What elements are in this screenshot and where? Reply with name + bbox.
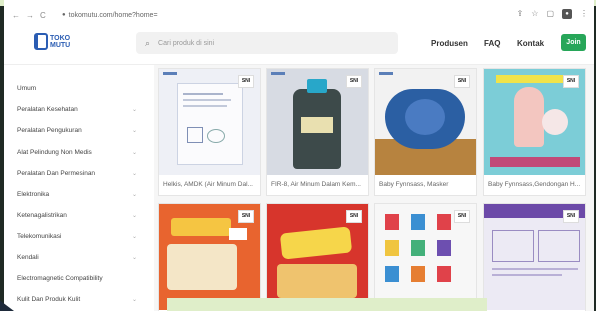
search-placeholder: Cari produk di sini	[158, 39, 215, 47]
browser-window: ← → C ● tokomutu.com/home?home= ⇪ ☆ ▢ ● …	[4, 0, 594, 311]
bottom-overlay-band	[167, 298, 487, 311]
product-card[interactable]: SNI	[374, 203, 477, 311]
product-card[interactable]: SNI Baby Fynnsass,Gendongan H...	[483, 68, 586, 196]
product-name: Helkis, AMDK (Air Minum Dal...	[163, 181, 253, 188]
product-card[interactable]: SNI Baby Fynnsass, Masker	[374, 68, 477, 196]
product-grid: SNI Helkis, AMDK (Air Minum Dal... SNI F…	[154, 65, 594, 311]
chevron-down-icon: ⌄	[131, 297, 137, 303]
site-logo[interactable]: TOKO MUTU	[34, 33, 70, 50]
chevron-down-icon: ⌄	[131, 192, 137, 198]
product-image: SNI	[159, 69, 260, 175]
sni-badge: SNI	[346, 75, 362, 88]
join-button[interactable]: Join	[561, 34, 586, 51]
site-header: TOKO MUTU ⌕ Cari produk di sini Produsen…	[4, 24, 594, 65]
sni-badge: SNI	[238, 75, 254, 88]
product-card[interactable]: SNI FIR-8, Air Minum Dalam Kem...	[266, 68, 369, 196]
nav-kontak[interactable]: Kontak	[517, 39, 544, 48]
logo-line2: MUTU	[50, 41, 71, 49]
product-image: SNI	[484, 69, 585, 175]
window-icon[interactable]: ▢	[546, 9, 554, 19]
sidebar-item-kulit[interactable]: Kulit Dan Produk Kulit ⌄	[17, 296, 137, 303]
sni-badge: SNI	[346, 210, 362, 223]
product-image: SNI	[267, 204, 368, 310]
product-card[interactable]: SNI	[483, 203, 586, 311]
menu-dots-icon[interactable]: ⋮	[580, 9, 588, 19]
category-sidebar: Umum Peralatan Kesehatan ⌄ Peralatan Peng…	[4, 65, 146, 311]
nav-produsen[interactable]: Produsen	[431, 39, 468, 48]
search-input[interactable]: ⌕ Cari produk di sini	[136, 32, 398, 54]
sni-badge: SNI	[563, 75, 579, 88]
nav-faq[interactable]: FAQ	[484, 39, 500, 48]
chevron-down-icon: ⌄	[131, 107, 137, 113]
product-image: SNI	[484, 204, 585, 310]
share-icon[interactable]: ⇪	[517, 9, 524, 19]
sni-badge: SNI	[454, 210, 470, 223]
sidebar-item-peralatan-permesinan[interactable]: Peralatan Dan Permesinan ⌄	[17, 170, 137, 177]
sidebar-item-peralatan-kesehatan[interactable]: Peralatan Kesehatan ⌄	[17, 106, 137, 113]
product-card[interactable]: SNI Helkis, AMDK (Air Minum Dal...	[158, 68, 261, 196]
browser-toolbar: ← → C ● tokomutu.com/home?home= ⇪ ☆ ▢ ● …	[4, 6, 594, 25]
back-icon[interactable]: ←	[12, 11, 20, 20]
sni-badge: SNI	[454, 75, 470, 88]
url-text: tokomutu.com/home?home=	[68, 11, 158, 19]
logo-text: TOKO MUTU	[50, 35, 70, 49]
sni-badge: SNI	[238, 210, 254, 223]
product-card[interactable]: SNI	[266, 203, 369, 311]
logo-line1: TOKO	[50, 34, 71, 42]
product-card[interactable]: SNI	[158, 203, 261, 311]
product-image: SNI	[375, 69, 476, 175]
product-name: FIR-8, Air Minum Dalam Kem...	[271, 181, 361, 188]
reload-icon[interactable]: C	[40, 11, 46, 20]
lock-icon: ●	[62, 12, 66, 18]
sidebar-item-telekomunikasi[interactable]: Telekomunikasi ⌄	[17, 233, 137, 240]
product-image: SNI	[375, 204, 476, 310]
browser-actions: ⇪ ☆ ▢ ● ⋮	[517, 9, 588, 19]
chevron-down-icon: ⌄	[131, 255, 137, 261]
sidebar-item-umum[interactable]: Umum	[17, 85, 137, 92]
forward-icon[interactable]: →	[26, 11, 34, 20]
sidebar-item-peralatan-pengukuran[interactable]: Peralatan Pengukuran ⌄	[17, 127, 137, 134]
product-name: Baby Fynnsass, Masker	[379, 181, 449, 188]
chevron-down-icon: ⌄	[131, 213, 137, 219]
sni-badge: SNI	[563, 210, 579, 223]
chevron-down-icon: ⌄	[131, 150, 137, 156]
profile-icon[interactable]: ●	[562, 9, 572, 19]
sidebar-item-alat-pelindung[interactable]: Alat Pelindung Non Medis ⌄	[17, 149, 137, 156]
product-name: Baby Fynnsass,Gendongan H...	[488, 181, 581, 188]
sidebar-item-ketenagalistrikan[interactable]: Ketenagalistrikan ⌄	[17, 212, 137, 219]
sidebar-item-kendali[interactable]: Kendali ⌄	[17, 254, 137, 261]
product-image: SNI	[267, 69, 368, 175]
sidebar-item-emc[interactable]: Electromagnetic Compatibility	[17, 275, 137, 282]
address-bar[interactable]: ● tokomutu.com/home?home=	[62, 12, 158, 19]
chevron-down-icon: ⌄	[131, 234, 137, 240]
sidebar-item-elektronika[interactable]: Elektronika ⌄	[17, 191, 137, 198]
search-icon: ⌕	[145, 37, 151, 48]
chevron-down-icon: ⌄	[131, 128, 137, 134]
chevron-down-icon: ⌄	[131, 171, 137, 177]
browser-nav: ← → C	[4, 11, 56, 20]
logo-mark-icon	[34, 33, 48, 50]
product-image: SNI	[159, 204, 260, 310]
bookmark-star-icon[interactable]: ☆	[531, 9, 538, 19]
